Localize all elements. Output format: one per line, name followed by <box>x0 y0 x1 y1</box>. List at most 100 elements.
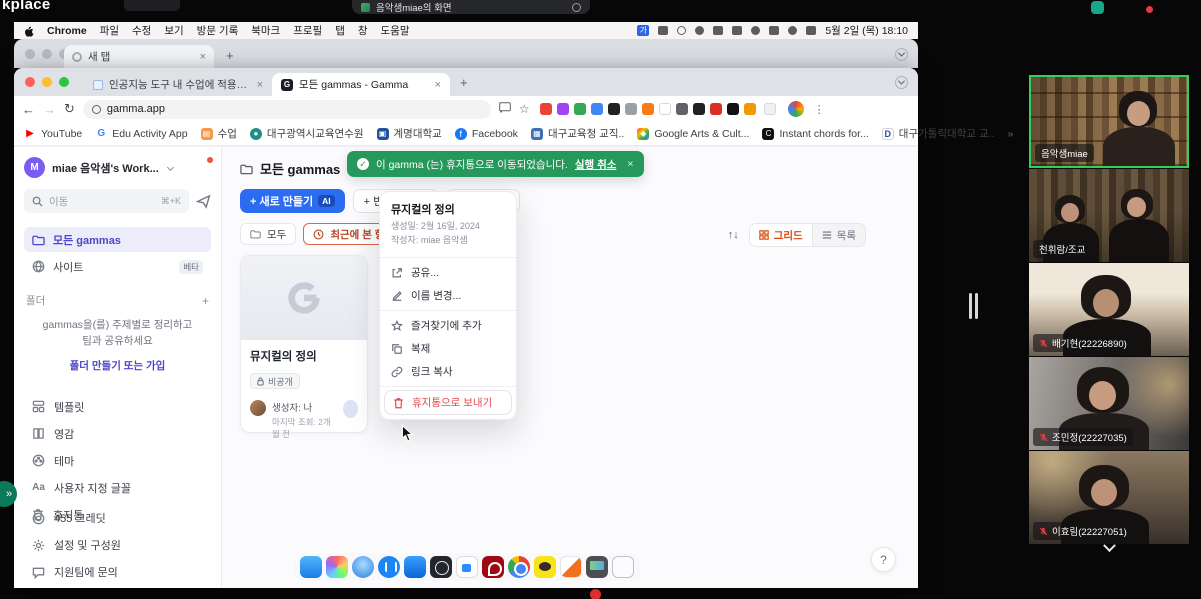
extension-icon[interactable] <box>693 103 705 115</box>
bluetooth-icon[interactable] <box>751 26 760 35</box>
menubar-item-profiles[interactable]: 프로필 <box>293 23 322 38</box>
extension-icon[interactable] <box>659 103 671 115</box>
menu-item-send-to-trash[interactable]: 휴지통으로 보내기 <box>385 391 511 414</box>
bookmark-facebook[interactable]: fFacebook <box>455 128 518 140</box>
bookmark-daegu-edu[interactable]: ●대구광역시교육연수원 <box>250 126 364 141</box>
bookmark-instant-chords[interactable]: CInstant chords for... <box>762 128 868 140</box>
bookmark-class[interactable]: ▤수업 <box>201 126 237 141</box>
sidebar-item-sites[interactable]: 사이트 베타 <box>24 254 211 279</box>
extension-icon[interactable] <box>625 103 637 115</box>
menubar-item-history[interactable]: 방문 기록 <box>197 23 239 38</box>
participant-tile[interactable]: 배기현(22226890) <box>1029 263 1189 356</box>
dock-finder-icon[interactable] <box>300 556 322 578</box>
send-icon[interactable] <box>196 194 211 209</box>
menubar-item-chrome[interactable]: Chrome <box>47 25 87 37</box>
spotlight-icon[interactable] <box>788 26 797 35</box>
menu-item-rename[interactable]: 이름 변경... <box>380 284 516 307</box>
bookmark-edu-activity[interactable]: GEdu Activity App <box>95 128 187 140</box>
screen-mirroring-icon[interactable] <box>695 26 704 35</box>
panel-resize-handle[interactable] <box>969 293 978 319</box>
wifi-icon[interactable] <box>769 26 779 35</box>
sidebar-item-settings[interactable]: 설정 및 구성원 <box>24 533 211 557</box>
share-options-icon[interactable] <box>572 3 581 12</box>
menubar-item-file[interactable]: 파일 <box>100 23 119 38</box>
dock-books-icon[interactable] <box>404 556 426 578</box>
add-folder-button[interactable]: + <box>202 294 209 308</box>
screen-record-icon[interactable] <box>677 26 686 35</box>
cast-icon[interactable] <box>499 102 511 116</box>
create-or-join-folder-link[interactable]: 폴더 만들기 또는 가입 <box>24 358 211 373</box>
dock-safari-icon[interactable] <box>352 556 374 578</box>
sidebar-item-custom-fonts[interactable]: Aa 사용자 지정 글꼴 <box>24 476 211 500</box>
workspace-switcher[interactable]: M miae 음악샘's Work... <box>24 157 211 178</box>
sidebar-item-templates[interactable]: 템플릿 <box>24 395 211 419</box>
sidebar-item-inspiration[interactable]: 영감 <box>24 422 211 446</box>
extension-icon[interactable] <box>744 103 756 115</box>
dock-launchpad-icon[interactable] <box>326 556 348 578</box>
profile-avatar[interactable] <box>788 101 804 117</box>
collapse-strip-button[interactable] <box>1094 540 1124 556</box>
bookmark-star-icon[interactable]: ☆ <box>519 102 530 116</box>
sidebar-item-credits[interactable]: 455 크레딧 <box>24 506 211 530</box>
dock-display-icon[interactable] <box>586 556 608 578</box>
bookmark-google-arts[interactable]: ◆Google Arts & Cult... <box>637 128 749 140</box>
list-view-button[interactable]: 목록 <box>813 224 865 246</box>
help-button[interactable]: ? <box>871 547 896 572</box>
tab-search-icon[interactable] <box>895 48 908 61</box>
chat-bubble-icon[interactable] <box>658 26 668 35</box>
extension-icon[interactable] <box>710 103 722 115</box>
search-input[interactable]: 이동 ⌘+K <box>24 189 189 213</box>
window-traffic-lights[interactable] <box>25 49 69 59</box>
menu-item-duplicate[interactable]: 복제 <box>380 337 516 360</box>
forward-button[interactable]: → <box>43 102 56 117</box>
menubar-item-bookmarks[interactable]: 북마크 <box>251 23 280 38</box>
new-tab-button[interactable]: + <box>460 75 468 90</box>
tab-all-gammas[interactable]: G 모든 gammas - Gamma × <box>272 73 450 96</box>
participant-tile[interactable]: 조민정(22227035) <box>1029 357 1189 450</box>
dock-appstore-icon[interactable] <box>378 556 400 578</box>
menubar-item-view[interactable]: 보기 <box>164 23 183 38</box>
dock-chrome-icon[interactable] <box>508 556 530 578</box>
extension-icon[interactable] <box>574 103 586 115</box>
dock-acrobat-icon[interactable] <box>482 556 504 578</box>
background-window-tabstrip[interactable]: 새 탭 × + <box>14 39 918 68</box>
extension-icon[interactable] <box>540 103 552 115</box>
menu-item-add-favorite[interactable]: 즐겨찾기에 추가 <box>380 314 516 337</box>
extension-icon[interactable] <box>676 103 688 115</box>
gamma-card[interactable]: 뮤지컬의 정의 비공개 생성자: 나 마지막 조회: 2개월 전 <box>240 255 368 433</box>
participant-tile-teacher[interactable]: 음악샘miae <box>1029 75 1189 168</box>
back-button[interactable]: ← <box>22 102 35 117</box>
window-traffic-lights[interactable] <box>25 77 69 87</box>
volume-icon[interactable] <box>732 26 742 35</box>
filter-all[interactable]: 모두 <box>240 223 296 245</box>
undo-link[interactable]: 실행 취소 <box>575 157 617 172</box>
tab-ai-tools[interactable]: 인공지능 도구 내 수업에 적용하기 × <box>84 73 272 96</box>
display-icon[interactable] <box>713 26 723 35</box>
sort-icon[interactable]: ↑↓ <box>728 229 739 241</box>
menubar-item-edit[interactable]: 수정 <box>132 23 151 38</box>
extension-icon[interactable] <box>642 103 654 115</box>
sidebar-item-all-gammas[interactable]: 모든 gammas <box>24 227 211 252</box>
dock-kakaotalk-icon[interactable] <box>534 556 556 578</box>
extension-icon[interactable] <box>557 103 569 115</box>
bookmark-keimyung[interactable]: ▣계명대학교 <box>377 126 442 141</box>
menu-item-copy-link[interactable]: 링크 복사 <box>380 360 516 383</box>
toast-close-icon[interactable]: × <box>627 158 633 170</box>
tab-close-icon[interactable]: × <box>257 79 263 91</box>
tab-close-icon[interactable]: × <box>200 51 206 63</box>
menubar-item-window[interactable]: 창 <box>358 23 368 38</box>
sidebar-item-support[interactable]: 지원팀에 문의 <box>24 560 211 584</box>
bookmark-catholic-univ[interactable]: D대구가톨릭대학교 교.. <box>882 126 995 141</box>
site-info-icon[interactable] <box>92 105 101 114</box>
extension-icon[interactable] <box>591 103 603 115</box>
screen-share-banner[interactable]: 음악샘miae의 화면 <box>352 0 590 14</box>
reload-button[interactable]: ↻ <box>64 101 75 117</box>
tab-search-icon[interactable] <box>895 76 908 89</box>
bookmark-daegu-office[interactable]: ▦대구교육청 교직.. <box>531 126 624 141</box>
menubar-item-help[interactable]: 도움말 <box>381 23 410 38</box>
new-tab-button[interactable]: + <box>226 48 234 63</box>
dock-trash-icon[interactable] <box>612 556 634 578</box>
extension-icon[interactable] <box>727 103 739 115</box>
apple-menu-icon[interactable] <box>24 25 34 37</box>
top-control-chip[interactable] <box>124 0 180 11</box>
